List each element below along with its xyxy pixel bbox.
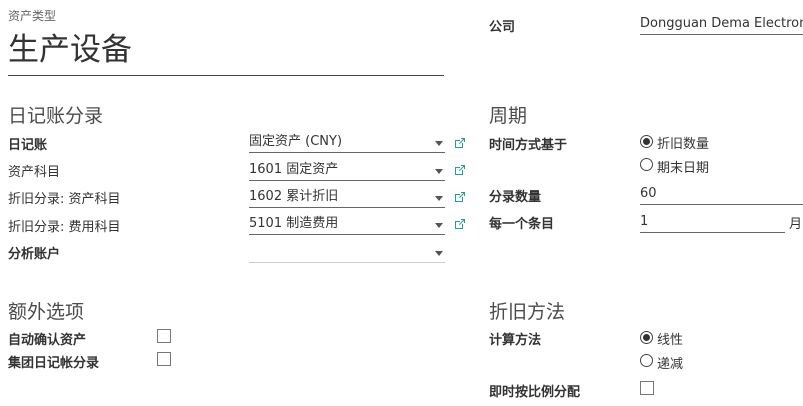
external-link-icon[interactable] xyxy=(453,217,467,231)
group-entries-checkbox[interactable] xyxy=(157,352,171,366)
depreciation-expense-account-label: 折旧分录: 费用科目 xyxy=(8,220,121,235)
time-method-label: 时间方式基于 xyxy=(489,138,568,153)
option-ending-date: 期末日期 xyxy=(657,161,710,176)
depreciation-expense-account-value: 5101 制造费用 xyxy=(249,216,339,231)
entries-count-value: 60 xyxy=(640,186,657,201)
compute-method-label: 计算方法 xyxy=(489,333,542,348)
analytic-account-select[interactable] xyxy=(249,243,445,263)
depreciation-asset-account-value: 1602 累计折旧 xyxy=(249,189,339,204)
auto-confirm-checkbox[interactable] xyxy=(157,329,171,343)
every-entry-value: 1 xyxy=(640,214,649,229)
asset-type-label: 资产类型 xyxy=(8,9,57,23)
period-section-title: 周期 xyxy=(489,105,528,127)
radio-degressive[interactable] xyxy=(640,354,653,367)
option-linear: 线性 xyxy=(657,333,684,348)
journal-value: 固定资产 (CNY) xyxy=(249,134,343,149)
company-label: 公司 xyxy=(489,20,516,35)
radio-linear[interactable] xyxy=(640,331,653,344)
asset-type-input[interactable]: 生产设备 xyxy=(8,30,444,76)
company-field[interactable]: Dongguan Dema Electronic xyxy=(640,15,803,35)
radio-number-of-depreciations[interactable] xyxy=(640,135,653,148)
journal-label: 日记账 xyxy=(8,138,48,153)
group-entries-label: 集团日记帐分录 xyxy=(8,356,100,371)
chevron-down-icon xyxy=(435,141,443,146)
depreciation-asset-account-label: 折旧分录: 资产科目 xyxy=(8,192,121,207)
prorata-checkbox[interactable] xyxy=(640,381,654,395)
every-entry-input[interactable]: 1 xyxy=(640,213,785,233)
entries-count-input[interactable]: 60 xyxy=(640,185,803,205)
every-entry-unit: 月 xyxy=(789,217,803,232)
external-link-icon[interactable] xyxy=(453,163,467,177)
option-degressive: 递减 xyxy=(657,357,684,372)
chevron-down-icon xyxy=(435,251,443,256)
external-link-icon[interactable] xyxy=(453,190,467,204)
entries-count-label: 分录数量 xyxy=(489,190,542,205)
option-number-of-depreciations: 折旧数量 xyxy=(657,137,710,152)
every-entry-label: 每一个条目 xyxy=(489,217,555,232)
asset-account-value: 1601 固定资产 xyxy=(249,162,339,177)
journal-select[interactable]: 固定资产 (CNY) xyxy=(249,133,445,153)
depreciation-asset-account-select[interactable]: 1602 累计折旧 xyxy=(249,188,445,208)
chevron-down-icon xyxy=(435,196,443,201)
journal-section-title: 日记账分录 xyxy=(8,105,104,127)
chevron-down-icon xyxy=(435,223,443,228)
prorata-label: 即时按比例分配 xyxy=(489,385,581,400)
depreciation-method-title: 折旧方法 xyxy=(489,301,566,323)
depreciation-expense-account-select[interactable]: 5101 制造费用 xyxy=(249,215,445,235)
asset-account-select[interactable]: 1601 固定资产 xyxy=(249,161,445,181)
external-link-icon[interactable] xyxy=(453,136,467,150)
chevron-down-icon xyxy=(435,169,443,174)
analytic-account-label: 分析账户 xyxy=(8,247,61,262)
asset-type-value: 生产设备 xyxy=(8,32,132,68)
extra-options-title: 额外选项 xyxy=(8,301,85,323)
asset-account-label: 资产科目 xyxy=(8,165,61,180)
auto-confirm-label: 自动确认资产 xyxy=(8,333,87,348)
company-value: Dongguan Dema Electronic xyxy=(640,16,803,31)
radio-ending-date[interactable] xyxy=(640,158,653,171)
